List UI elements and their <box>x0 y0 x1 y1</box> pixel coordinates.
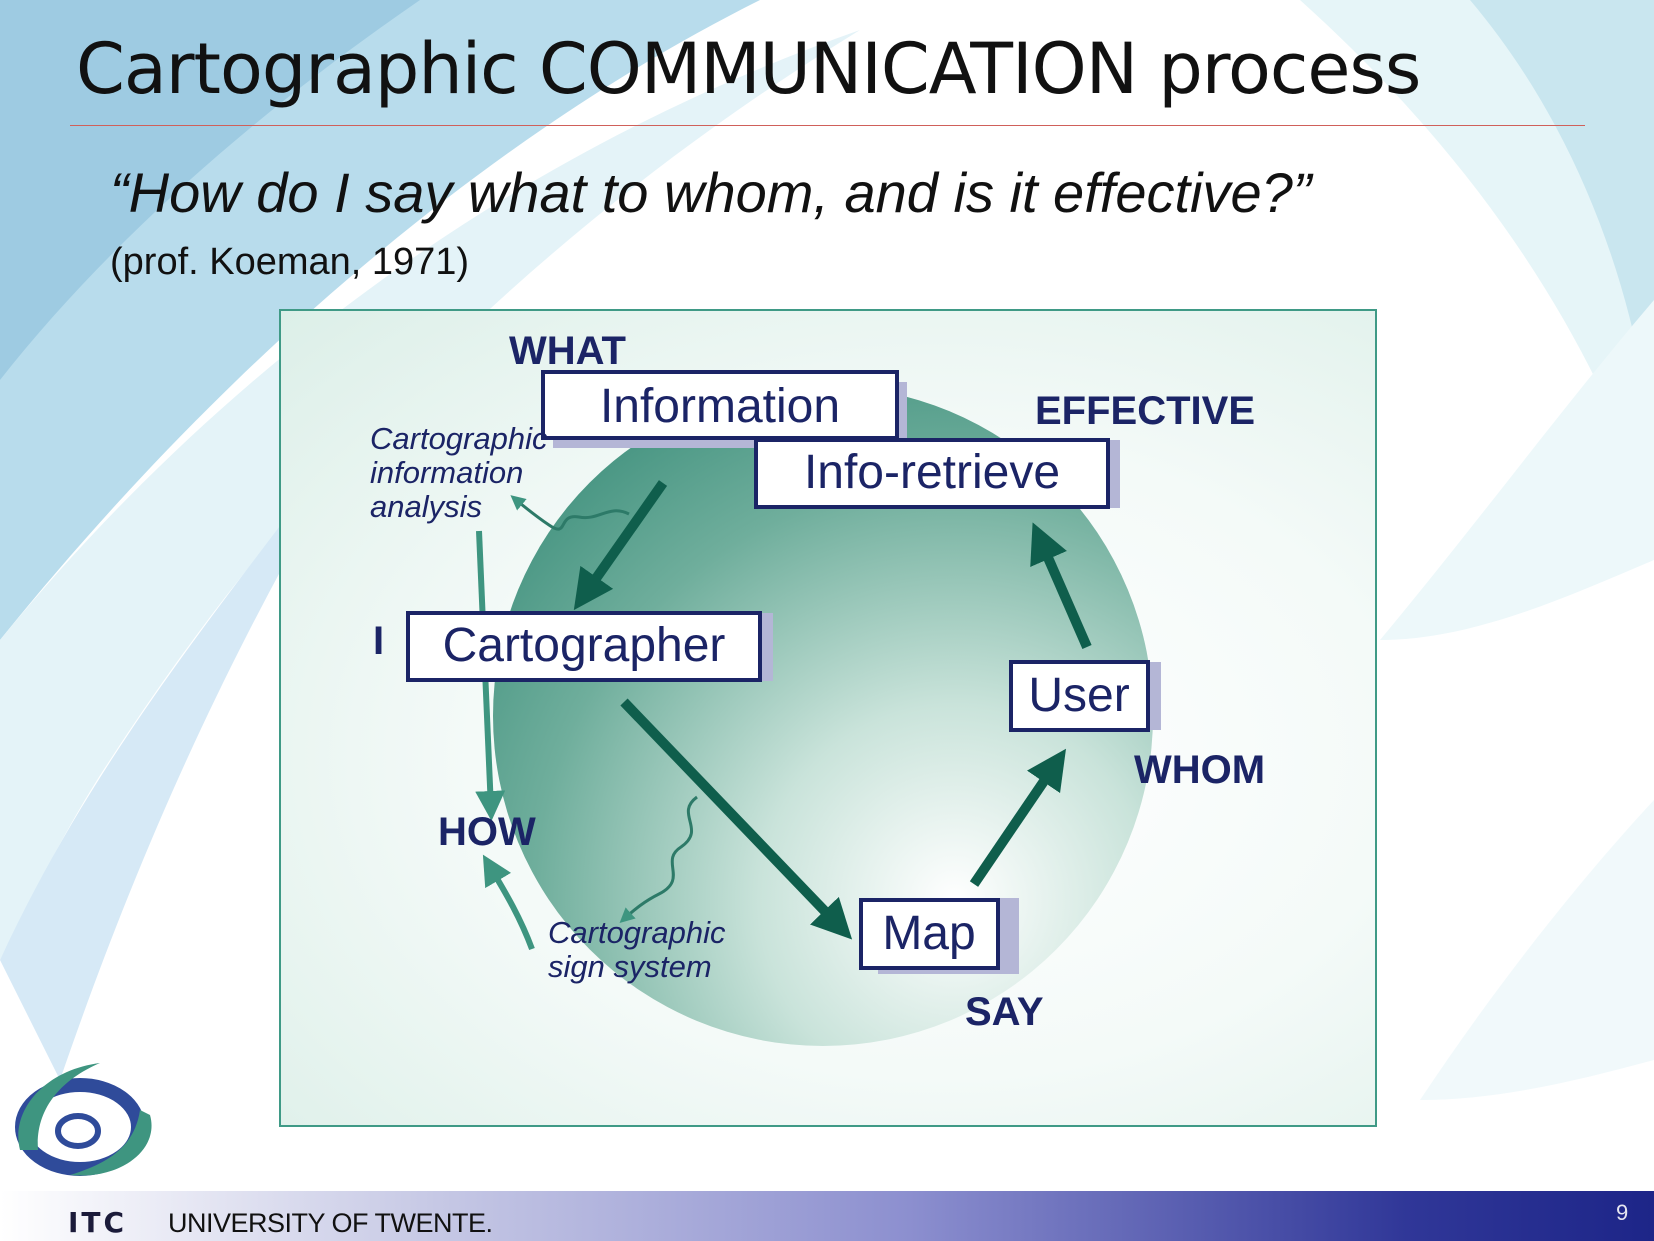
box-information: Information <box>541 370 907 448</box>
note-sign-line2: sign system <box>548 949 712 984</box>
keyword-i: I <box>373 619 384 663</box>
box-info-retrieve-label: Info-retrieve <box>804 446 1060 499</box>
slide-title: Cartographic COMMUNICATION process <box>76 28 1421 110</box>
keyword-say: SAY <box>965 990 1044 1034</box>
communication-diagram: Information Info-retrieve Cartographer U… <box>370 329 1265 1046</box>
note-analysis-line3: analysis <box>370 489 482 524</box>
title-divider <box>70 125 1585 126</box>
keyword-whom: WHOM <box>1134 748 1265 792</box>
citation-text: (prof. Koeman, 1971) <box>110 241 470 283</box>
page-number: 9 <box>1616 1200 1629 1225</box>
quote-text: “How do I say what to whom, and is it ef… <box>110 161 1312 224</box>
box-map: Map <box>859 898 1019 974</box>
university-name: UNIVERSITY OF TWENTE. <box>168 1208 493 1238</box>
box-user-label: User <box>1028 669 1129 722</box>
note-sign-line1: Cartographic <box>548 915 726 950</box>
itc-wordmark: ITC <box>68 1206 128 1239</box>
box-cartographer: Cartographer <box>406 611 773 682</box>
box-information-label: Information <box>600 380 840 433</box>
keyword-how: HOW <box>438 810 536 854</box>
note-analysis-line2: information <box>370 455 523 490</box>
keyword-what: WHAT <box>509 329 626 373</box>
itc-logo <box>15 1063 152 1176</box>
box-info-retrieve: Info-retrieve <box>754 438 1120 509</box>
arrow-sign-system-to-how <box>482 854 535 951</box>
box-user: User <box>1009 660 1161 732</box>
note-analysis-line1: Cartographic <box>370 421 548 456</box>
keyword-effective: EFFECTIVE <box>1035 389 1255 433</box>
box-map-label: Map <box>882 907 975 960</box>
box-cartographer-label: Cartographer <box>443 619 726 672</box>
